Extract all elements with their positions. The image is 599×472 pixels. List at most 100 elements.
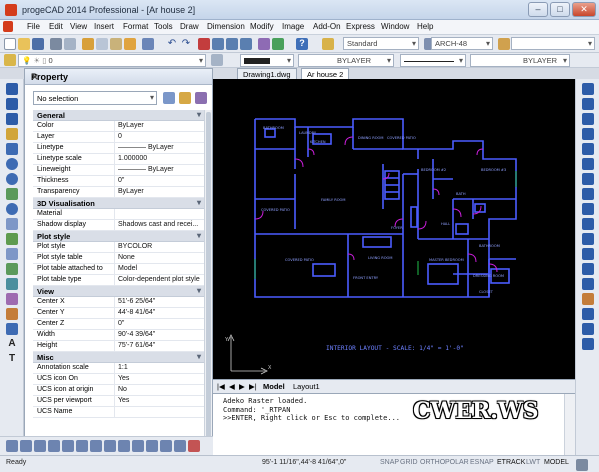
ray-icon[interactable] xyxy=(6,98,18,110)
property-value[interactable]: 90'-4 39/64" xyxy=(115,330,204,340)
property-row[interactable]: Center X 51'-6 25/64" xyxy=(33,297,204,308)
fillet-icon[interactable] xyxy=(582,278,594,290)
property-value[interactable]: 44'-8 41/64" xyxy=(115,308,204,318)
text-icon[interactable]: A xyxy=(6,338,18,350)
break-icon[interactable] xyxy=(582,248,594,260)
property-value[interactable]: Shadows cast and recei... xyxy=(115,220,204,230)
property-row[interactable]: Color ByLayer xyxy=(33,121,204,132)
menu-insert[interactable]: Insert xyxy=(94,22,114,31)
menu-window[interactable]: Window xyxy=(381,22,409,31)
property-row[interactable]: Annotation scale 1:1 xyxy=(33,363,204,374)
zoom-previous-icon[interactable] xyxy=(240,38,252,50)
property-row[interactable]: Plot style BYCOLOR xyxy=(33,242,204,253)
polygon-icon[interactable] xyxy=(6,128,18,140)
design-center-icon[interactable] xyxy=(272,38,284,50)
toggle-pickadd-icon[interactable] xyxy=(163,92,175,104)
property-section-header[interactable]: Plot style xyxy=(33,231,204,242)
close-icon[interactable]: ✕ xyxy=(31,72,208,83)
polyline-icon[interactable] xyxy=(6,113,18,125)
osnap-node-icon[interactable] xyxy=(48,440,60,452)
property-value[interactable] xyxy=(115,209,204,219)
property-value[interactable]: 51'-6 25/64" xyxy=(115,297,204,307)
menu-format[interactable]: Format xyxy=(123,22,148,31)
table-style-icon[interactable] xyxy=(498,38,510,50)
osnap-midpoint-icon[interactable] xyxy=(20,440,32,452)
menu-dimension[interactable]: Dimension xyxy=(207,22,245,31)
dim-style-select[interactable]: ARCH-48 xyxy=(431,37,493,50)
rotate-icon[interactable] xyxy=(582,173,594,185)
property-value[interactable]: 0 xyxy=(115,132,204,142)
zoom-realtime-icon[interactable] xyxy=(212,38,224,50)
cut-icon[interactable] xyxy=(82,38,94,50)
toggle-etrack[interactable]: ETRACK xyxy=(495,458,527,470)
array-icon[interactable] xyxy=(582,143,594,155)
paste-icon[interactable] xyxy=(110,38,122,50)
property-row[interactable]: Center Z 0" xyxy=(33,319,204,330)
pan-icon[interactable] xyxy=(198,38,210,50)
property-row[interactable]: Height 75'-7 61/64" xyxy=(33,341,204,352)
menu-draw[interactable]: Draw xyxy=(180,22,199,31)
doc-icon[interactable] xyxy=(3,21,13,32)
property-row[interactable]: UCS icon On Yes xyxy=(33,374,204,385)
property-value[interactable]: Model xyxy=(115,264,204,274)
save-icon[interactable] xyxy=(32,38,44,50)
circle-icon[interactable] xyxy=(6,173,18,185)
match-properties-icon[interactable] xyxy=(124,38,136,50)
rectangle-icon[interactable] xyxy=(6,143,18,155)
mtext-icon[interactable]: T xyxy=(6,353,18,365)
property-row[interactable]: Material xyxy=(33,209,204,220)
property-section-header[interactable]: View xyxy=(33,286,204,297)
property-value[interactable]: Color-dependent plot style xyxy=(115,275,204,285)
menu-image[interactable]: Image xyxy=(282,22,304,31)
osnap-perpendicular-icon[interactable] xyxy=(104,440,116,452)
property-value[interactable]: ———— ByLayer xyxy=(115,165,204,175)
property-row[interactable]: Linetype scale 1.000000 xyxy=(33,154,204,165)
erase-icon[interactable] xyxy=(582,83,594,95)
align-icon[interactable] xyxy=(582,323,594,335)
join-icon[interactable] xyxy=(582,308,594,320)
osnap-nearest-icon[interactable] xyxy=(132,440,144,452)
property-value[interactable]: ByLayer xyxy=(115,187,204,197)
tab-layout1[interactable]: Layout1 xyxy=(293,382,320,391)
menu-file[interactable]: File xyxy=(27,22,40,31)
property-row[interactable]: Plot table attached to Model xyxy=(33,264,204,275)
drawing-canvas[interactable]: BATHROOM LAUNDRY KITCHEN DINING ROOM COV… xyxy=(213,79,575,379)
maximize-button[interactable]: □ xyxy=(550,2,570,17)
toggle-model[interactable]: MODEL xyxy=(542,458,571,470)
toggle-grid[interactable]: GRID xyxy=(398,458,420,470)
osnap-extension-icon[interactable] xyxy=(174,440,186,452)
status-settings-icon[interactable] xyxy=(576,459,588,471)
tab-ar-house-2[interactable]: Ar house 2 xyxy=(301,68,350,79)
gradient-icon[interactable] xyxy=(6,308,18,320)
property-value[interactable]: 0" xyxy=(115,176,204,186)
linetype-select[interactable] xyxy=(400,54,466,67)
minimize-button[interactable]: – xyxy=(528,2,548,17)
command-scrollbar[interactable] xyxy=(564,394,575,456)
menu-add-on[interactable]: Add-On xyxy=(313,22,341,31)
print-icon[interactable] xyxy=(50,38,62,50)
property-row[interactable]: Center Y 44'-8 41/64" xyxy=(33,308,204,319)
print-preview-icon[interactable] xyxy=(64,38,76,50)
lineweight-select[interactable]: BYLAYER xyxy=(470,54,570,67)
ellipse-icon[interactable] xyxy=(6,203,18,215)
tab-model[interactable]: Model xyxy=(263,382,285,391)
insert-block-icon[interactable] xyxy=(6,218,18,230)
property-row[interactable]: Linetype ———— ByLayer xyxy=(33,143,204,154)
app-icon[interactable] xyxy=(5,4,17,16)
copy-object-icon[interactable] xyxy=(582,98,594,110)
text-style-select[interactable]: Standard xyxy=(343,37,419,50)
property-row[interactable]: Lineweight ———— ByLayer xyxy=(33,165,204,176)
property-value[interactable]: No xyxy=(115,385,204,395)
property-row[interactable]: Transparency ByLayer xyxy=(33,187,204,198)
extend-icon[interactable] xyxy=(582,233,594,245)
quick-select-icon[interactable] xyxy=(195,92,207,104)
copy-clip-icon[interactable] xyxy=(142,38,154,50)
mirror-icon[interactable] xyxy=(582,113,594,125)
property-row[interactable]: Plot style table None xyxy=(33,253,204,264)
text-style-icon[interactable] xyxy=(322,38,334,50)
property-value[interactable]: ———— ByLayer xyxy=(115,143,204,153)
menu-express[interactable]: Express xyxy=(346,22,375,31)
selection-select[interactable]: No selection xyxy=(33,91,157,105)
osnap-tangent-icon[interactable] xyxy=(118,440,130,452)
property-row[interactable]: UCS per viewport Yes xyxy=(33,396,204,407)
